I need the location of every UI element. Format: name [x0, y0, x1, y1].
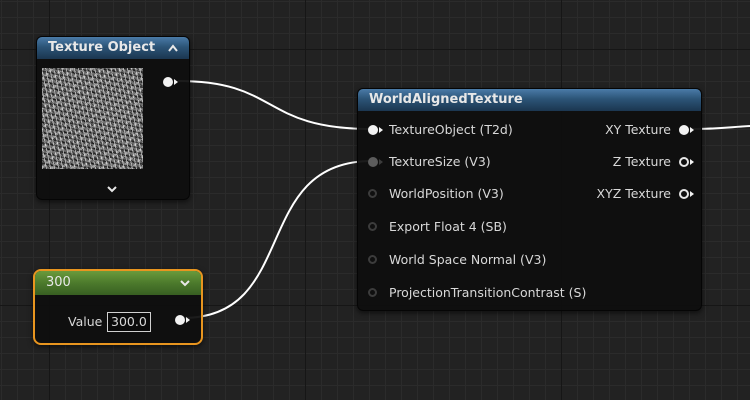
constant-header[interactable]: 300	[35, 271, 201, 295]
texture-object-output-pin[interactable]	[163, 77, 173, 87]
output-label-ztexture: Z Texture	[612, 154, 671, 169]
output-label-xyztexture: XYZ Texture	[596, 186, 672, 201]
chevron-up-icon[interactable]	[167, 37, 179, 66]
world-aligned-texture-title: WorldAlignedTexture	[369, 92, 523, 107]
input-arrow-texturesize	[379, 159, 383, 165]
texture-thumbnail	[42, 68, 143, 169]
chevron-down-icon[interactable]	[179, 271, 191, 303]
world-aligned-texture-header[interactable]: WorldAlignedTexture	[358, 89, 701, 111]
world-aligned-texture-node[interactable]: WorldAlignedTexture TextureObject (T2d) …	[357, 88, 702, 311]
input-pin-textureobject[interactable]	[368, 125, 378, 135]
input-pin-exportfloat4[interactable]	[368, 222, 377, 231]
output-arrow-ztexture	[690, 159, 694, 165]
value-label: Value	[68, 314, 103, 329]
constant-output-pin[interactable]	[175, 315, 185, 325]
constant-node[interactable]: 300 Value 300.0	[33, 269, 203, 345]
graph-canvas[interactable]: Texture Object 300 Value 300.0 WorldAlig…	[0, 0, 750, 400]
texture-object-header[interactable]: Texture Object	[37, 37, 189, 59]
input-label-texturesize: TextureSize (V3)	[389, 154, 491, 169]
chevron-down-icon[interactable]	[105, 181, 119, 193]
value-input[interactable]: 300.0	[107, 312, 151, 332]
input-arrow-textureobject	[379, 127, 383, 133]
output-pin-ztexture[interactable]	[679, 157, 689, 167]
input-label-worldposition: WorldPosition (V3)	[389, 186, 504, 201]
constant-title: 300	[46, 275, 71, 290]
wire-texture-to-textureobject	[177, 80, 373, 130]
output-pin-xyztexture[interactable]	[679, 189, 689, 199]
wire-constant-to-texturesize	[182, 160, 373, 319]
input-pin-worldposition[interactable]	[368, 189, 377, 198]
constant-output-arrow	[186, 317, 190, 323]
input-label-projectiontransitioncontrast: ProjectionTransitionContrast (S)	[389, 285, 587, 300]
output-label-xytexture: XY Texture	[605, 122, 671, 137]
input-label-exportfloat4: Export Float 4 (SB)	[389, 219, 507, 234]
input-pin-worldspacenormal[interactable]	[368, 255, 377, 264]
input-pin-texturesize[interactable]	[368, 157, 378, 167]
input-label-textureobject: TextureObject (T2d)	[389, 122, 513, 137]
output-arrow-xytexture	[690, 127, 694, 133]
texture-object-output-arrow	[174, 79, 178, 85]
output-pin-xytexture[interactable]	[679, 125, 689, 135]
input-label-worldspacenormal: World Space Normal (V3)	[389, 252, 547, 267]
output-arrow-xyztexture	[690, 191, 694, 197]
input-pin-projectiontransitioncontrast[interactable]	[368, 288, 377, 297]
texture-object-title: Texture Object	[48, 40, 156, 55]
texture-object-node[interactable]: Texture Object	[36, 36, 190, 200]
